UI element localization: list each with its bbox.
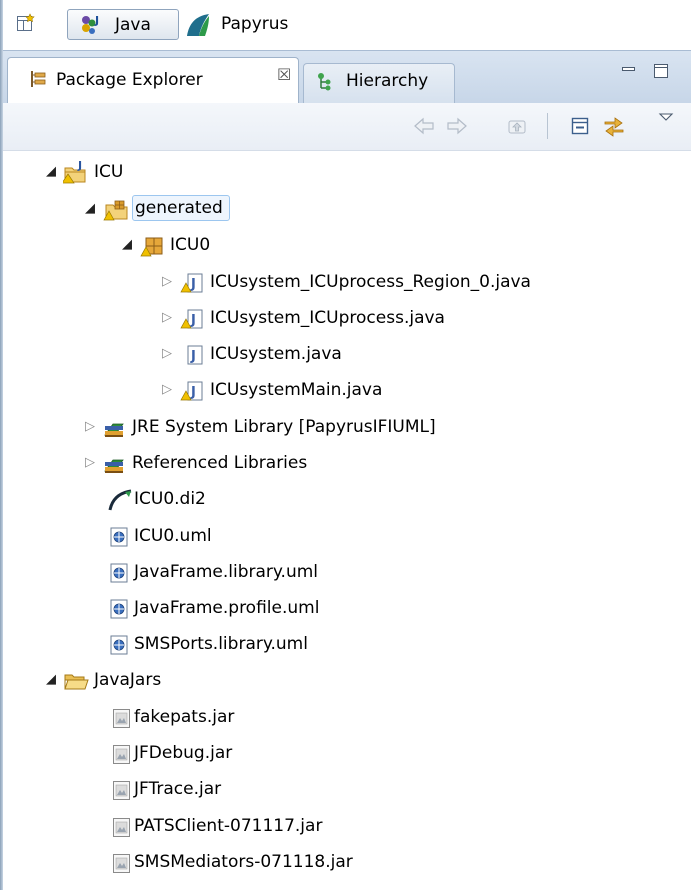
tree-item-label: ICU0.uml [134, 526, 212, 546]
library-icon [103, 452, 129, 476]
perspective-papyrus-label: Papyrus [221, 14, 289, 34]
java-file-warning-icon: J [180, 307, 206, 331]
close-tab-icon[interactable]: ☒ [277, 67, 293, 83]
expanded-triangle-icon[interactable]: ◢ [83, 202, 97, 216]
perspective-switcher: J Java Papyrus [3, 0, 691, 50]
tree-item-label: generated [132, 195, 230, 221]
open-perspective-icon [17, 13, 35, 31]
collapsed-triangle-icon[interactable]: ▷ [83, 420, 97, 434]
tree-item-label: ICUsystem_ICUprocess.java [210, 308, 445, 328]
perspective-java-button[interactable]: J Java [67, 9, 179, 40]
svg-text:J: J [190, 277, 196, 292]
tree-item-label: SMSMediators-071118.jar [134, 852, 353, 872]
forward-button[interactable] [445, 115, 469, 137]
svg-text:J: J [190, 349, 196, 364]
open-folder-icon [63, 669, 89, 693]
minimize-view-button[interactable] [620, 63, 638, 79]
toolbar-separator [547, 113, 548, 139]
jar-file-icon [109, 815, 135, 839]
tree-item-label: JRE System Library [PapyrusIFIUML] [132, 417, 436, 437]
jar-file-icon [109, 851, 135, 875]
expanded-triangle-icon[interactable]: ◢ [44, 165, 58, 179]
collapsed-triangle-icon[interactable]: ▷ [160, 275, 174, 289]
jar-file-icon [109, 778, 135, 802]
expanded-triangle-icon[interactable]: ◢ [44, 673, 58, 687]
tree-item-label: ICU0 [170, 235, 211, 255]
svg-text:J: J [94, 14, 99, 27]
minimize-icon [622, 67, 635, 71]
svg-text:J: J [190, 313, 196, 328]
maximize-icon [654, 64, 668, 78]
java-file-icon: J [180, 343, 206, 367]
jar-file-icon [109, 742, 135, 766]
svg-text:J: J [77, 161, 82, 172]
package-explorer-tree[interactable]: ◢ J ICU ◢ generated ◢ ICU0 ▷ J ICUsystem… [3, 151, 691, 890]
uml-model-icon [107, 525, 133, 549]
perspective-papyrus-button[interactable]: Papyrus [183, 9, 323, 40]
tree-item-label: ICUsystemMain.java [210, 380, 383, 400]
package-icon [140, 234, 166, 258]
collapse-all-button[interactable] [568, 115, 592, 137]
tree-item-label: PATSClient-071117.jar [134, 816, 323, 836]
up-button[interactable] [505, 115, 529, 137]
view-toolbar [3, 103, 691, 151]
back-arrow-icon [414, 117, 434, 135]
java-file-warning-icon: J [180, 379, 206, 403]
source-folder-icon [103, 198, 129, 222]
tree-item-label: JavaFrame.library.uml [134, 562, 319, 582]
tab-package-explorer-label: Package Explorer [56, 70, 203, 90]
back-button[interactable] [412, 115, 436, 137]
tree-item-label: JFDebug.jar [134, 743, 233, 763]
tree-item-label: ICU0.di2 [134, 489, 206, 509]
tree-item-label: JFTrace.jar [134, 779, 222, 799]
library-icon [103, 416, 129, 440]
view-menu-icon [658, 113, 674, 121]
tree-item-label: SMSPorts.library.uml [134, 634, 308, 654]
perspective-java-label: Java [115, 15, 151, 35]
up-folder-icon [508, 120, 526, 134]
view-tab-bar: Package Explorer ☒ Hierarchy [3, 50, 691, 103]
tree-item-label: ICUsystem_ICUprocess_Region_0.java [210, 272, 531, 292]
tree-item-label: fakepats.jar [134, 707, 235, 727]
hierarchy-icon [316, 72, 334, 92]
tree-item-label: ICU [94, 162, 124, 182]
java-perspective-icon: J [78, 14, 104, 36]
link-with-editor-button[interactable] [602, 115, 626, 137]
java-file-warning-icon: J [180, 271, 206, 295]
uml-model-icon [107, 561, 133, 585]
tree-item-label: ICUsystem.java [210, 344, 342, 364]
papyrus-perspective-icon [185, 12, 211, 38]
uml-model-icon [107, 597, 133, 621]
collapsed-triangle-icon[interactable]: ▷ [160, 311, 174, 325]
collapsed-triangle-icon[interactable]: ▷ [83, 456, 97, 470]
tree-item-label: JavaJars [94, 670, 162, 690]
collapsed-triangle-icon[interactable]: ▷ [160, 347, 174, 361]
svg-text:J: J [190, 385, 196, 400]
uml-model-icon [107, 633, 133, 657]
forward-arrow-icon [447, 117, 467, 135]
maximize-view-button[interactable] [652, 63, 670, 79]
open-perspective-button[interactable] [16, 13, 38, 35]
view-menu-button[interactable] [654, 109, 678, 131]
tree-item-label: Referenced Libraries [132, 453, 308, 473]
java-project-icon: J [61, 159, 89, 185]
collapsed-triangle-icon[interactable]: ▷ [160, 383, 174, 397]
tree-item-label: JavaFrame.profile.uml [134, 598, 320, 618]
link-with-editor-icon [604, 117, 624, 137]
tab-hierarchy[interactable]: Hierarchy [303, 63, 455, 103]
jar-file-icon [109, 706, 135, 730]
collapse-all-icon [571, 117, 589, 135]
package-explorer-icon [28, 69, 48, 89]
tab-hierarchy-label: Hierarchy [346, 71, 429, 91]
tab-package-explorer[interactable]: Package Explorer ☒ [7, 57, 299, 103]
eclipse-window: J Java Papyrus Package Explorer ☒ Hierar… [0, 0, 691, 890]
papyrus-diagram-icon [107, 488, 133, 512]
expanded-triangle-icon[interactable]: ◢ [120, 238, 134, 252]
